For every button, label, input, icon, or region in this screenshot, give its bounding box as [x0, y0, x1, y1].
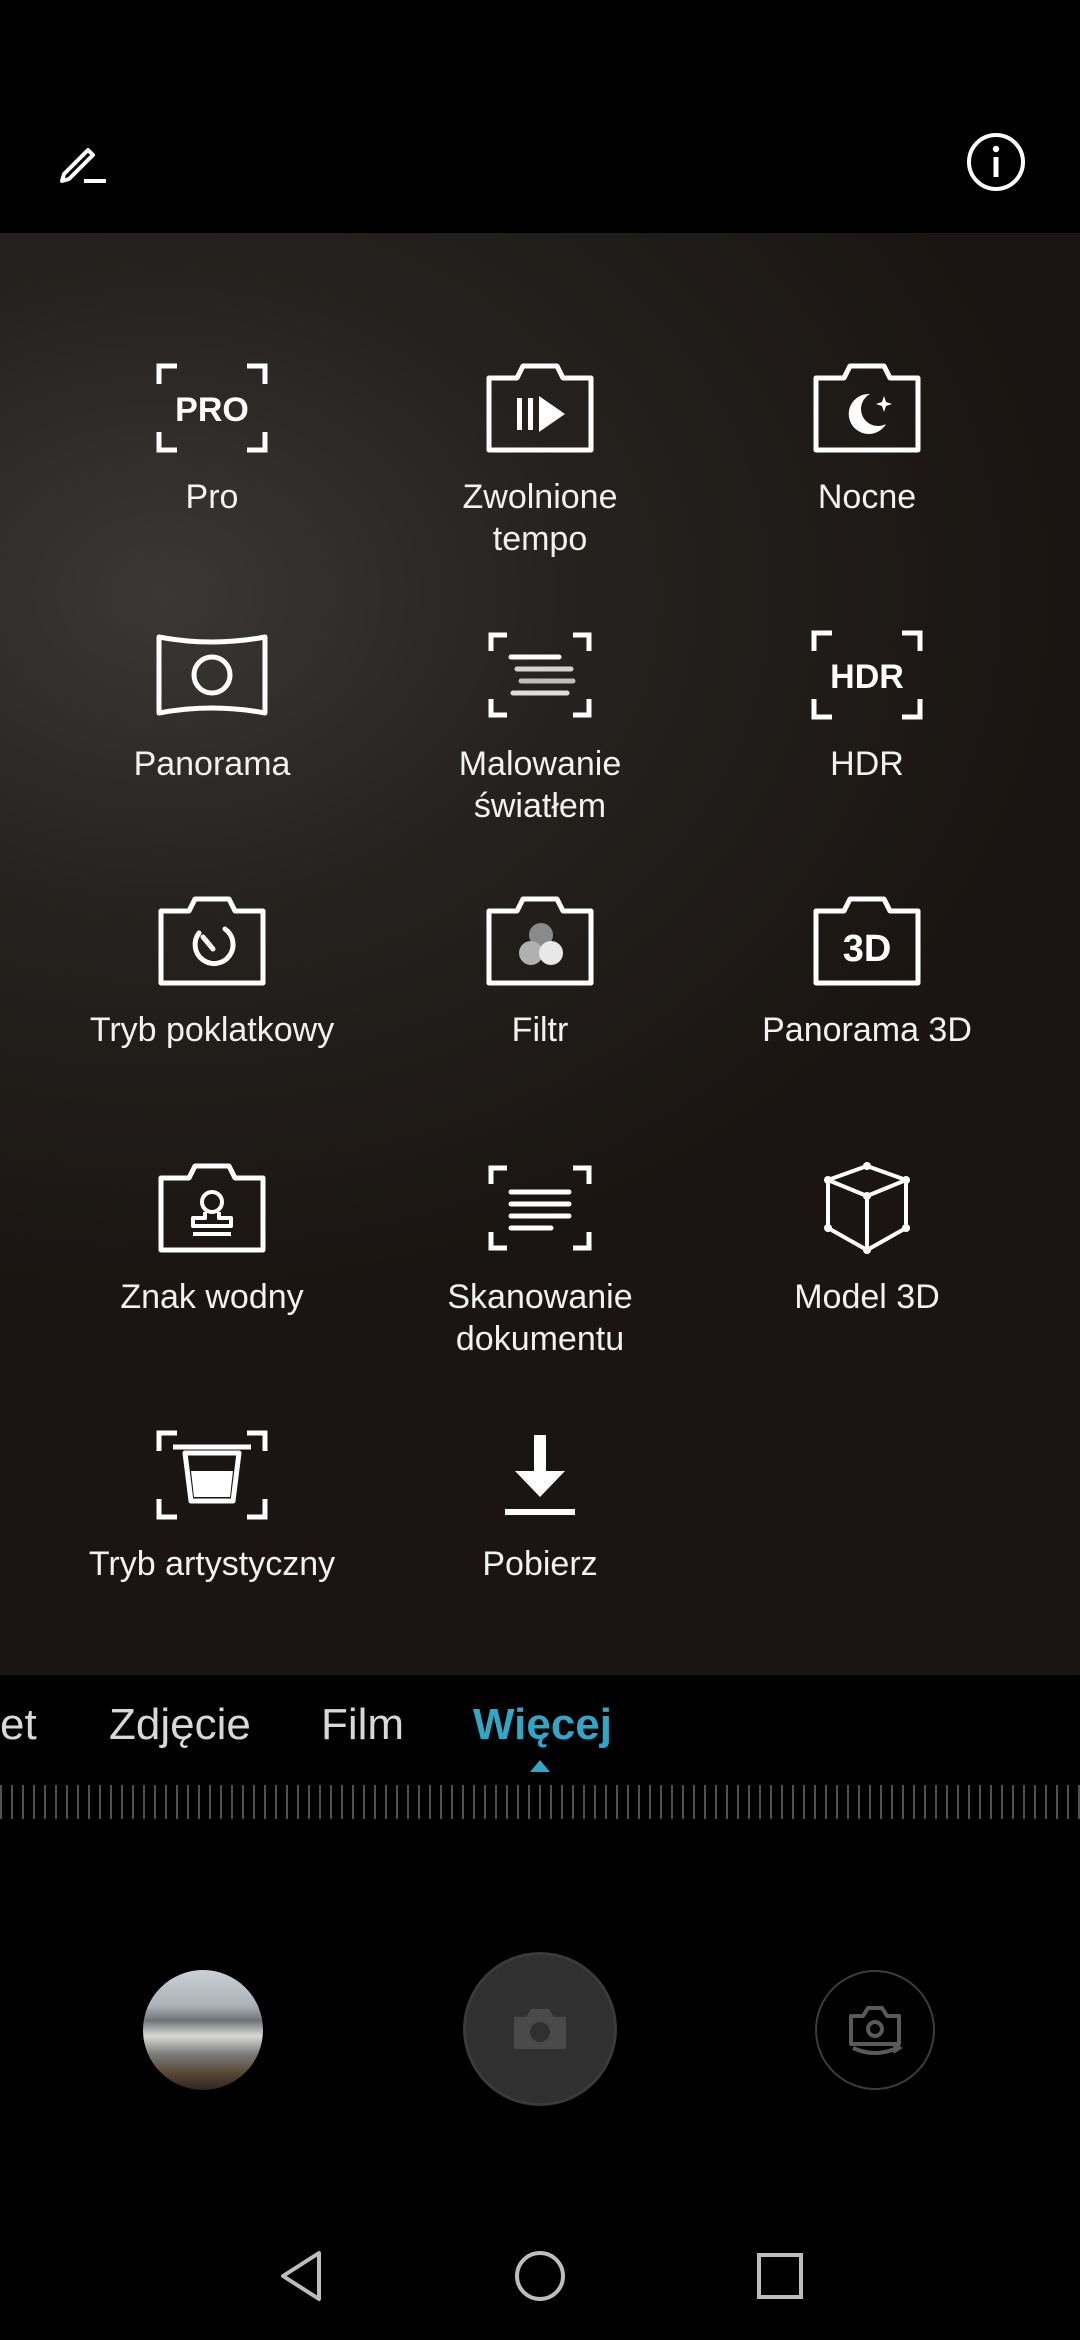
mode-label: Tryb artystyczny: [88, 1545, 336, 1583]
slow-motion-icon: [486, 363, 594, 453]
filter-icon: [486, 896, 594, 986]
document-scan-icon: [488, 1165, 592, 1251]
home-button[interactable]: [500, 2236, 580, 2316]
zoom-scale[interactable]: [0, 1785, 1080, 1819]
light-painting-icon: [488, 632, 592, 718]
gallery-thumbnail[interactable]: [143, 1970, 263, 2090]
mode-label: Tryb poklatkowy: [89, 1011, 335, 1049]
shutter-button[interactable]: [463, 1952, 617, 2106]
mode-label: HDR: [830, 745, 904, 783]
mode-pro[interactable]: PRO Pro: [62, 358, 362, 518]
switch-camera-button[interactable]: [815, 1970, 935, 2090]
mode-filter[interactable]: Filtr: [390, 891, 690, 1051]
3d-model-icon: [824, 1162, 910, 1254]
mode-night[interactable]: Nocne: [717, 358, 1017, 518]
mode-label: Pro: [185, 478, 239, 516]
night-icon: [813, 363, 921, 453]
modes-panel: PRO Pro Zwolnione tempo Nocne Panorama M…: [0, 233, 1080, 1675]
navigation-bar: [0, 2220, 1080, 2340]
mode-watermark[interactable]: Znak wodny: [62, 1158, 362, 1318]
info-icon[interactable]: [959, 125, 1033, 199]
mode-tab-video[interactable]: Film: [321, 1700, 404, 1750]
svg-text:PRO: PRO: [175, 391, 249, 429]
mode-tab-partial[interactable]: et: [0, 1700, 37, 1750]
pro-icon: PRO: [156, 363, 268, 453]
mode-download[interactable]: Pobierz: [390, 1425, 690, 1585]
mode-light-painting[interactable]: Malowanie światłem: [390, 625, 690, 827]
hdr-icon: HDR: [811, 630, 923, 720]
mode-label: Panorama: [133, 745, 291, 783]
download-icon: [505, 1435, 575, 1515]
mode-tab-more[interactable]: Więcej: [473, 1700, 612, 1750]
mode-label: Nocne: [817, 478, 917, 516]
active-mode-indicator: [530, 1760, 550, 1772]
panorama-icon: [156, 634, 268, 716]
mode-label: Znak wodny: [120, 1278, 304, 1316]
mode-panorama[interactable]: Panorama: [62, 625, 362, 785]
time-lapse-icon: [158, 896, 266, 986]
top-bar: [0, 0, 1080, 233]
mode-tab-photo[interactable]: Zdjęcie: [109, 1700, 251, 1750]
mode-label: Model 3D: [794, 1278, 940, 1316]
mode-time-lapse[interactable]: Tryb poklatkowy: [62, 891, 362, 1051]
mode-document-scan[interactable]: Skanowanie dokumentu: [390, 1158, 690, 1360]
home-icon: [515, 2251, 565, 2301]
mode-label: Zwolnione tempo: [462, 478, 618, 558]
svg-text:HDR: HDR: [830, 658, 904, 696]
mode-artistic[interactable]: Tryb artystyczny: [62, 1425, 362, 1585]
back-icon: [281, 2251, 321, 2301]
mode-slow-motion[interactable]: Zwolnione tempo: [390, 358, 690, 560]
edit-icon[interactable]: [47, 125, 121, 199]
mode-panorama-3d[interactable]: 3D Panorama 3D: [717, 891, 1017, 1051]
recents-icon: [757, 2253, 803, 2299]
mode-label: Panorama 3D: [762, 1011, 972, 1049]
mode-label: Malowanie światłem: [458, 745, 622, 825]
mode-label: Skanowanie dokumentu: [447, 1278, 633, 1358]
switch-camera-icon: [849, 2006, 903, 2055]
mode-hdr[interactable]: HDR HDR: [717, 625, 1017, 785]
recents-button[interactable]: [740, 2236, 820, 2316]
artistic-mode-icon: [156, 1430, 268, 1520]
watermark-icon: [158, 1163, 266, 1253]
mode-label: Filtr: [511, 1011, 569, 1049]
mode-label: Pobierz: [482, 1545, 598, 1583]
svg-text:3D: 3D: [843, 928, 892, 970]
panorama-3d-icon: 3D: [813, 896, 921, 986]
camera-icon: [514, 2009, 566, 2049]
back-button[interactable]: [262, 2236, 342, 2316]
mode-3d-model[interactable]: Model 3D: [717, 1158, 1017, 1318]
